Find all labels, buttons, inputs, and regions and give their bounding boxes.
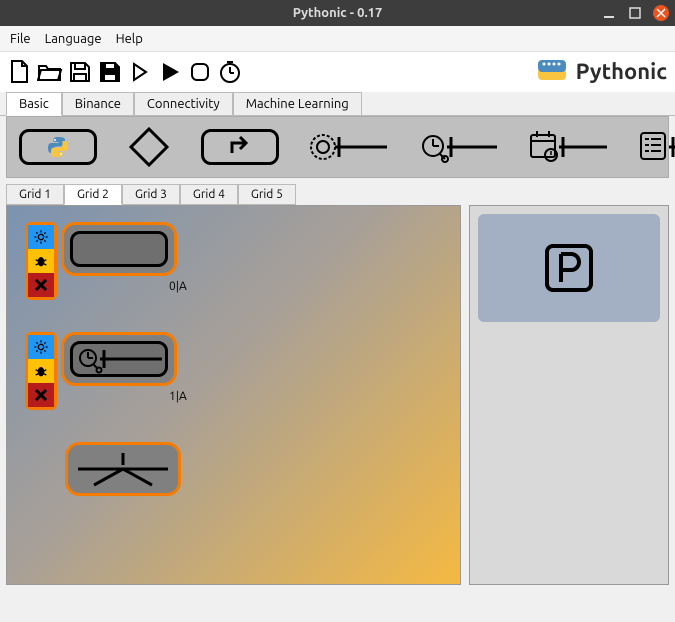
menu-language[interactable]: Language [45, 32, 102, 46]
brand-name: Pythonic [576, 59, 667, 84]
titlebar: Pythonic - 0.17 [0, 0, 675, 26]
play-icon[interactable] [156, 58, 184, 86]
tab-machine-learning[interactable]: Machine Learning [233, 92, 362, 116]
new-file-icon[interactable] [6, 58, 34, 86]
grid-tab-strip: Grid 1 Grid 2 Grid 3 Grid 4 Grid 5 [0, 184, 675, 205]
node-delete-icon[interactable] [28, 273, 54, 297]
placeholder-element[interactable] [478, 214, 660, 322]
menubar: File Language Help [0, 26, 675, 52]
grid-node-1[interactable]: 1|A [25, 332, 177, 410]
close-button[interactable] [653, 5, 669, 21]
palette-process-block[interactable] [309, 125, 389, 169]
palette-table-block[interactable] [639, 125, 675, 169]
grid-tab-5[interactable]: Grid 5 [238, 184, 296, 205]
grid-node-2[interactable] [65, 442, 181, 496]
node-debug-icon[interactable] [28, 249, 54, 273]
node-settings-icon[interactable] [28, 335, 54, 359]
node-0-label: 0|A [169, 280, 187, 293]
save-as-icon[interactable] [96, 58, 124, 86]
brand-logo: Pythonic [534, 54, 667, 88]
palette-scheduler-block[interactable] [419, 125, 499, 169]
window-title: Pythonic - 0.17 [293, 6, 383, 20]
tab-basic[interactable]: Basic [6, 92, 62, 116]
maximize-button[interactable] [627, 5, 643, 21]
node-1-label: 1|A [169, 390, 187, 403]
grid-node-0[interactable]: 0|A [25, 222, 177, 300]
tab-connectivity[interactable]: Connectivity [134, 92, 233, 116]
grid-tab-4[interactable]: Grid 4 [180, 184, 238, 205]
minimize-button[interactable] [601, 5, 617, 21]
grid-canvas[interactable]: 0|A 1|A [6, 205, 461, 585]
grid-tab-2[interactable]: Grid 2 [64, 184, 122, 205]
node-delete-icon[interactable] [28, 383, 54, 407]
category-tab-strip: Basic Binance Connectivity Machine Learn… [0, 92, 675, 116]
grid-tab-1[interactable]: Grid 1 [6, 184, 64, 205]
menu-help[interactable]: Help [116, 32, 143, 46]
tab-binance[interactable]: Binance [62, 92, 134, 116]
timer-icon[interactable] [216, 58, 244, 86]
palette-branch-block[interactable] [127, 125, 171, 169]
stop-icon[interactable] [186, 58, 214, 86]
toolbar: Pythonic [0, 52, 675, 92]
menu-file[interactable]: File [10, 32, 31, 46]
step-icon[interactable] [126, 58, 154, 86]
node-settings-icon[interactable] [28, 225, 54, 249]
node-debug-icon[interactable] [28, 359, 54, 383]
grid-tab-3[interactable]: Grid 3 [122, 184, 180, 205]
palette-python-block[interactable] [19, 125, 97, 169]
palette-calendar-block[interactable] [529, 125, 609, 169]
open-folder-icon[interactable] [36, 58, 64, 86]
save-icon[interactable] [66, 58, 94, 86]
side-panel [469, 205, 669, 585]
palette-return-block[interactable] [201, 125, 279, 169]
element-palette [6, 116, 669, 178]
